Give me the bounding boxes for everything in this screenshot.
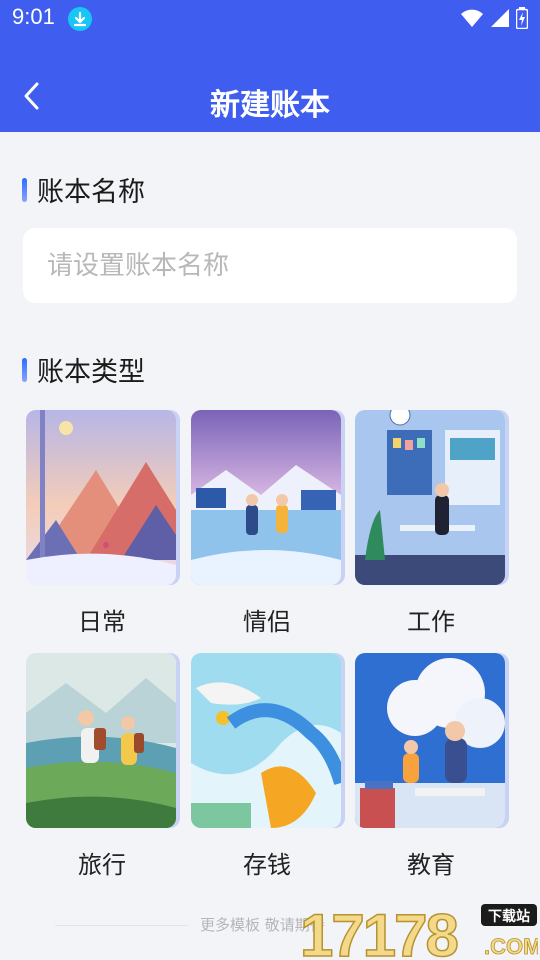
type-label-travel: 旅行	[78, 851, 126, 879]
section-accent-bar	[22, 177, 27, 202]
status-icons	[460, 6, 528, 30]
savings-illustration	[191, 653, 341, 828]
section-accent-bar	[22, 357, 27, 382]
page-title: 新建账本	[210, 89, 330, 122]
type-card-travel[interactable]: 旅行	[26, 653, 178, 879]
ledger-name-input[interactable]	[23, 228, 517, 303]
type-section-title: 账本类型	[22, 350, 145, 389]
type-label-couple: 情侣	[243, 608, 291, 636]
status-time: 9:01	[12, 4, 55, 29]
hiking-illustration	[26, 653, 176, 828]
skating-couple-illustration	[191, 410, 341, 585]
type-card-savings[interactable]: 存钱	[191, 653, 343, 879]
type-card-work[interactable]: 工作	[355, 410, 507, 636]
type-label-savings: 存钱	[243, 851, 291, 879]
download-icon	[68, 7, 92, 31]
mountain-illustration	[26, 410, 176, 585]
footer-divider-left	[55, 925, 188, 926]
type-card-couple[interactable]: 情侣	[191, 410, 343, 636]
site-watermark: 17178 下载站 .COM	[298, 901, 540, 960]
office-illustration	[355, 410, 505, 585]
wifi-icon	[461, 9, 483, 27]
name-section-title: 账本名称	[22, 170, 145, 209]
app-bar: 新建账本	[0, 36, 540, 132]
type-section-label: 账本类型	[37, 357, 145, 388]
type-card-education[interactable]: 教育	[355, 653, 507, 879]
signal-icon	[491, 9, 509, 27]
watermark-suffix: .COM	[484, 934, 538, 959]
battery-icon	[516, 7, 528, 29]
type-label-daily: 日常	[78, 608, 126, 636]
type-label-work: 工作	[407, 608, 455, 636]
type-label-education: 教育	[407, 851, 455, 879]
watermark-number: 17178	[300, 902, 457, 960]
name-section-label: 账本名称	[37, 177, 145, 208]
status-bar: 9:01	[0, 0, 540, 36]
type-card-daily[interactable]: 日常	[26, 410, 178, 636]
watermark-badge: 下载站	[488, 908, 530, 925]
study-illustration	[355, 653, 505, 828]
